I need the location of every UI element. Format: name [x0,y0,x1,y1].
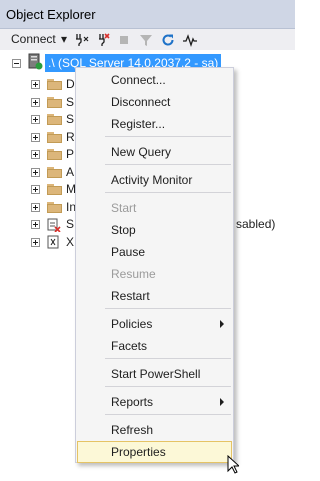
submenu-arrow-icon [220,398,224,406]
menu-item-reports[interactable]: Reports [77,391,232,413]
folder-icon [47,166,62,178]
menu-item-new-query[interactable]: New Query [77,141,232,163]
expand-icon[interactable] [31,132,40,142]
expand-icon[interactable] [31,167,40,177]
folder-icon [47,149,62,160]
chevron-down-icon: ▾ [61,32,68,46]
tree-node-label[interactable]: R [66,130,75,144]
window-title: Object Explorer [6,7,96,22]
stop-icon[interactable] [118,29,130,50]
folder-icon [47,131,62,143]
tree-node-label-suffix: sabled) [236,217,276,231]
folder-icon [47,184,62,195]
submenu-arrow-icon [220,320,224,328]
menu-item-label: Start [111,201,137,215]
expand-icon[interactable] [31,80,40,89]
menu-item-label: New Query [111,145,172,159]
collapse-icon[interactable] [12,59,21,68]
menu-item-activity-monitor[interactable]: Activity Monitor [77,169,232,191]
menu-item-label: Restart [111,289,150,303]
menu-item-label: Pause [111,245,146,259]
menu-item-label: Connect... [111,73,166,87]
menu-item-label: Policies [111,317,153,331]
connect-button[interactable]: Connect ▾ [11,29,67,50]
connect-label: Connect [11,32,56,46]
folder-icon [47,96,62,108]
menu-item-restart[interactable]: Restart [77,285,232,307]
server-icon [27,53,43,71]
expand-icon[interactable] [31,185,40,194]
menu-item-label: Reports [111,395,154,409]
menu-item-label: Activity Monitor [111,173,193,187]
expand-icon[interactable] [31,115,40,124]
agent-icon [47,217,61,235]
menu-separator [105,358,231,359]
tree-node-label[interactable]: A [66,165,74,179]
menu-item-label: Resume [111,267,156,281]
disconnect-icon[interactable] [95,29,111,50]
menu-item-label: Disconnect [111,95,171,109]
tree-node-label[interactable]: P [66,147,74,161]
menu-item-properties[interactable]: Properties [77,441,232,463]
menu-item-connect[interactable]: Connect... [77,69,232,91]
menu-item-label: Register... [111,117,166,131]
tree-node-label[interactable]: D [66,77,75,91]
folder-icon [47,114,62,125]
xevent-icon [47,235,59,252]
refresh-icon[interactable] [160,29,176,50]
expand-icon[interactable] [31,150,40,159]
activity-monitor-icon[interactable] [182,29,198,50]
menu-item-label: Facets [111,339,148,353]
menu-item-resume[interactable]: Resume [77,263,232,285]
menu-item-policies[interactable]: Policies [77,313,232,335]
menu-item-pause[interactable]: Pause [77,241,232,263]
folder-icon [47,79,62,90]
menu-item-label: Refresh [111,423,154,437]
menu-item-stop[interactable]: Stop [77,219,232,241]
expand-icon[interactable] [31,202,40,212]
object-explorer-toolbar: Connect ▾ [0,29,295,50]
menu-separator [105,136,231,137]
expand-icon[interactable] [31,97,40,107]
menu-item-label: Stop [111,223,136,237]
menu-separator [105,164,231,165]
filter-icon[interactable] [138,29,154,50]
expand-icon[interactable] [31,220,40,229]
context-menu: Connect... Disconnect Register... New Query… [75,67,234,463]
tree-node-label[interactable]: X [66,235,74,249]
menu-separator [105,386,231,387]
mouse-cursor-icon [227,454,241,477]
menu-item-start-powershell[interactable]: Start PowerShell [77,363,232,385]
menu-separator [105,308,231,309]
menu-item-disconnect[interactable]: Disconnect [77,91,232,113]
menu-separator [105,414,231,415]
expand-icon[interactable] [31,237,40,247]
menu-item-facets[interactable]: Facets [77,335,232,357]
menu-item-start[interactable]: Start [77,197,232,219]
tree-node-label[interactable]: S [66,112,74,126]
folder-icon [47,201,62,213]
object-explorer-titlebar: Object Explorer [0,0,295,29]
menu-item-register[interactable]: Register... [77,113,232,135]
tree-node-label[interactable]: S [66,95,74,109]
menu-separator [105,192,231,193]
tree-node-label[interactable]: S [66,217,74,231]
menu-item-label: Start PowerShell [111,367,201,381]
menu-item-label: Properties [111,445,166,459]
connect-plug-icon[interactable] [74,29,90,50]
menu-item-refresh[interactable]: Refresh [77,419,232,441]
